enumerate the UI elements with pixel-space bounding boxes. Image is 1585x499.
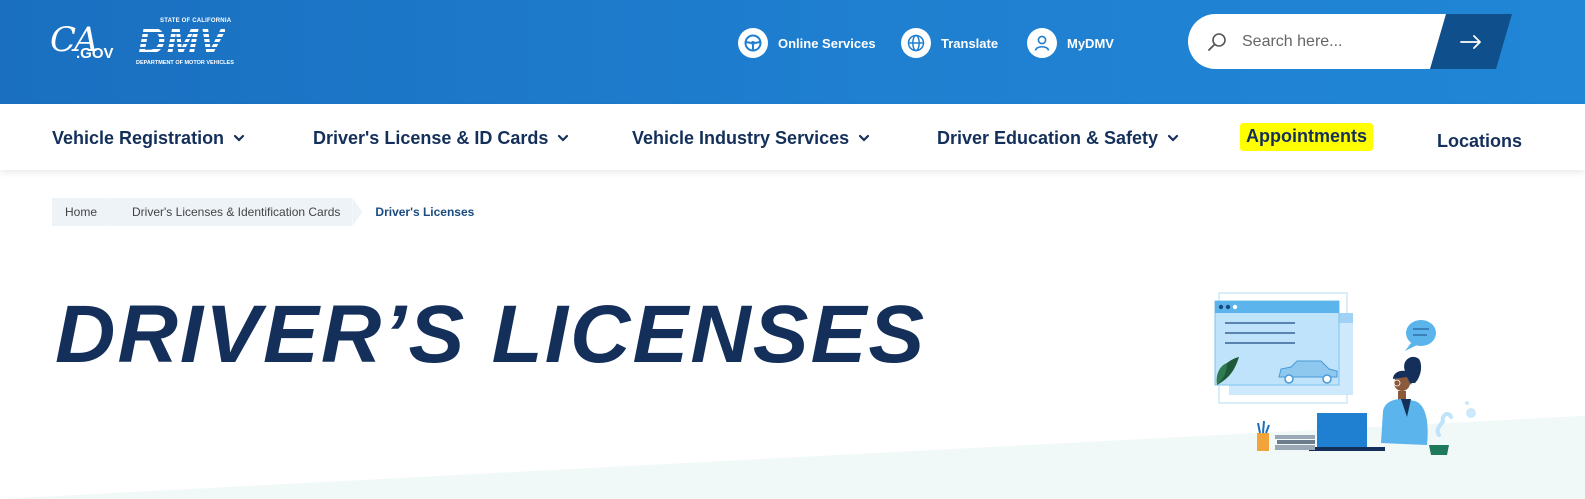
nav-locations[interactable]: Locations (1437, 128, 1522, 154)
user-icon (1027, 28, 1057, 58)
chevron-down-icon (859, 134, 870, 142)
breadcrumb: Home Driver's Licenses & Identification … (52, 198, 496, 226)
breadcrumb-current: Driver's Licenses (375, 205, 475, 219)
chevron-down-icon (558, 134, 569, 142)
nav-appointments[interactable]: Appointments (1240, 123, 1373, 151)
nav-drivers-license-id-cards[interactable]: Driver's License & ID Cards (313, 125, 569, 151)
nav-vehicle-registration[interactable]: Vehicle Registration (52, 125, 245, 151)
globe-icon (901, 28, 931, 58)
dmv-logo-wordmark: DMV (138, 21, 226, 63)
nav-vehicle-industry-services[interactable]: Vehicle Industry Services (632, 125, 870, 151)
site-search (1188, 14, 1512, 69)
chevron-down-icon (233, 134, 245, 142)
nav-locations-label: Locations (1437, 130, 1523, 151)
translate-link[interactable]: Translate (901, 28, 998, 58)
nav-vehicle-industry-services-label: Vehicle Industry Services (632, 127, 850, 148)
translate-label: Translate (941, 35, 999, 51)
dmv-logo-dept-line: DEPARTMENT OF MOTOR VEHICLES (136, 60, 234, 66)
ca-gov-logo[interactable]: CA .GOV (50, 20, 116, 66)
dmv-logo[interactable]: STATE OF CALIFORNIA DMV DEPARTMENT OF MO… (136, 18, 264, 68)
online-services-link[interactable]: Online Services (738, 28, 876, 58)
search-icon (1208, 32, 1226, 51)
online-services-label: Online Services (778, 35, 876, 51)
hero-illustration (1214, 292, 1476, 455)
search-field (1188, 14, 1458, 69)
mydmv-label: MyDMV (1067, 35, 1114, 51)
steering-wheel-icon (738, 28, 768, 58)
breadcrumb-drivers-licenses-id-cards[interactable]: Driver's Licenses & Identification Cards (119, 198, 353, 226)
nav-driver-education-safety-label: Driver Education & Safety (937, 127, 1159, 148)
page-title: DRIVER’S LICENSES (55, 289, 927, 380)
search-input[interactable] (1242, 32, 1442, 51)
site-header: CA .GOV STATE OF CALIFORNIA DMV DEPARTME… (0, 0, 1585, 104)
chevron-down-icon (1167, 134, 1179, 142)
arrow-right-icon (1460, 35, 1482, 49)
nav-drivers-license-id-cards-label: Driver's License & ID Cards (313, 127, 549, 148)
ca-gov-logo-gov: .GOV (76, 45, 114, 62)
nav-appointments-label: Appointments (1240, 123, 1373, 151)
nav-vehicle-registration-label: Vehicle Registration (52, 127, 225, 148)
mydmv-link[interactable]: MyDMV (1027, 28, 1114, 58)
main-nav: Vehicle Registration Driver's License & … (0, 104, 1585, 170)
breadcrumb-home[interactable]: Home (52, 198, 110, 226)
nav-driver-education-safety[interactable]: Driver Education & Safety (937, 125, 1179, 151)
